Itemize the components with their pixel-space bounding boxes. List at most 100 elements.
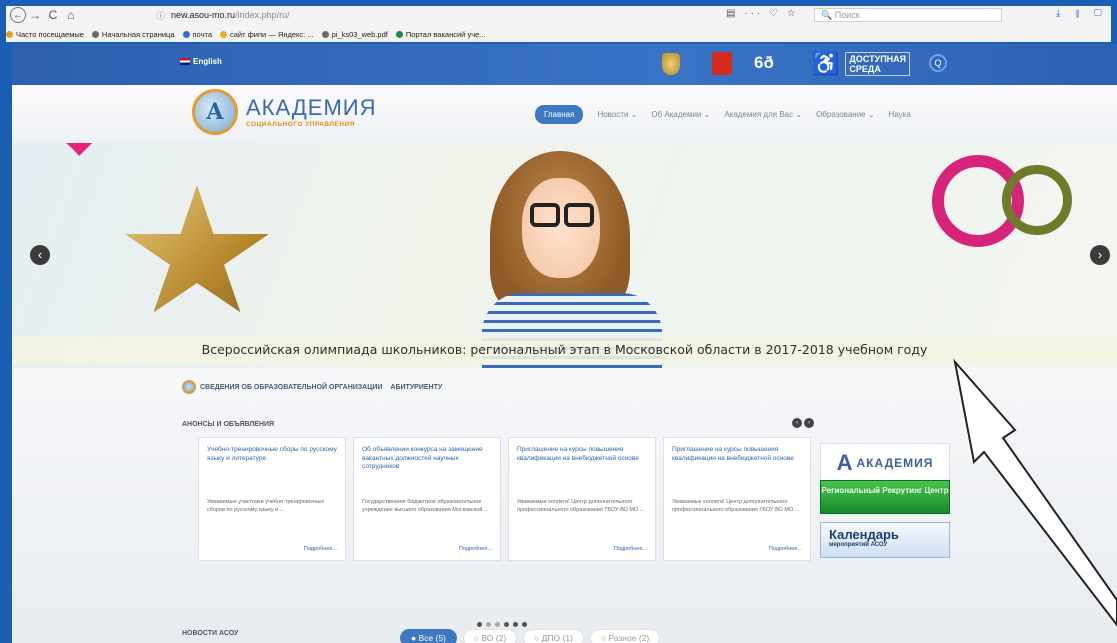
card-text: Государственное бюджетное образовательно…: [362, 499, 489, 513]
brand[interactable]: АКАДЕМИЯ СОЦИАЛЬНОГО УПРАВЛЕНИЯ: [246, 95, 377, 128]
bookmark-icon: [395, 30, 403, 38]
announcement-card: Об объявлении конкурса на замещение вака…: [353, 437, 501, 561]
carousel-controls: ‹ ›: [790, 418, 814, 428]
news-heading: НОВОСТИ АСОУ: [182, 630, 239, 637]
pagination-dot[interactable]: [504, 622, 509, 627]
forward-button[interactable]: →: [26, 7, 44, 23]
slide-caption[interactable]: Всероссийская олимпиада школьников: реги…: [12, 337, 1117, 363]
calendar-banner-title: Календарь: [829, 527, 899, 542]
academy-logo-icon: [182, 380, 196, 394]
academy-a-logo-icon: A: [836, 450, 853, 475]
hero-slider[interactable]: ‹ › Всероссийская олимпиада школьников: …: [12, 143, 1117, 368]
bookmark-icon: [220, 30, 227, 38]
announcements-heading: АНОНСЫ И ОБЪЯВЛЕНИЯ: [182, 421, 275, 428]
card-title[interactable]: Приглашение на курсы повышения квалифика…: [517, 446, 649, 463]
nav-item-news[interactable]: Новости ⌄: [597, 110, 637, 119]
pagination-dot[interactable]: [522, 622, 527, 627]
bookmark-icon: [6, 30, 13, 38]
nav-item-science[interactable]: Наука: [889, 110, 911, 119]
main-nav: Главная Новости ⌄ Об Академии ⌄ Академия…: [535, 105, 925, 124]
calendar-banner-subtitle: мероприятий АСОУ: [829, 542, 888, 548]
brand-name: АКАДЕМИЯ: [246, 95, 377, 120]
announcement-card: Приглашение на курсы повышения квалифика…: [508, 437, 656, 561]
quick-links: СВЕДЕНИЯ ОБ ОБРАЗОВАТЕЛЬНОЙ ОРГАНИЗАЦИИ …: [182, 380, 450, 394]
glasses-lens: [530, 203, 560, 227]
news-filters: ● Все (5) ○ ВО (2) ○ ДПО (1) ○ Разное (2…: [400, 629, 666, 643]
academy-banner-label: АКАДЕМИЯ: [856, 456, 934, 470]
slider-next-button[interactable]: ›: [1090, 245, 1110, 265]
pagination-dot[interactable]: [513, 622, 518, 627]
content-area: СВЕДЕНИЯ ОБ ОБРАЗОВАТЕЛЬНОЙ ОРГАНИЗАЦИИ …: [12, 368, 1117, 643]
read-more-link[interactable]: Подробнее...: [304, 546, 337, 552]
bookmark-item[interactable]: pi_ks03_web.pdf: [321, 30, 388, 39]
toolbar-icons[interactable]: ⤓ ⫴ ▢: [1056, 8, 1108, 19]
back-button[interactable]: ←: [10, 7, 26, 23]
olive-ring: [1002, 165, 1072, 235]
bookmark-item[interactable]: Портал вакансий уче...: [395, 30, 486, 39]
page-actions[interactable]: ▤ ··· ♡ ☆: [726, 8, 799, 19]
card-text: Уважаемые коллеги! Центр дополнительного…: [517, 499, 645, 513]
bookmark-item[interactable]: Часто посещаемые: [6, 30, 84, 39]
url-text[interactable]: new.asou-mo.ru/index.php/ru/: [171, 10, 290, 20]
filter-all[interactable]: ● Все (5): [400, 629, 457, 643]
read-more-link[interactable]: Подробнее...: [459, 546, 492, 552]
announcement-card: Учебно-тренировочные сборы по русскому я…: [198, 437, 346, 561]
read-more-link[interactable]: Подробнее...: [769, 546, 802, 552]
browser-chrome: ← → C ⌂ ⓘ new.asou-mo.ru/index.php/ru/ ▤…: [6, 6, 1111, 42]
pagination-dot[interactable]: [477, 622, 482, 627]
browser-search-input[interactable]: 🔍 Поиск: [814, 8, 1002, 22]
announcement-card: Приглашение на курсы повышения квалифика…: [663, 437, 811, 561]
bookmark-item[interactable]: Начальная страница: [91, 30, 175, 39]
card-text: Уважаемые участники учебно-тренировочных…: [207, 499, 325, 513]
moscow-region-emblem-icon[interactable]: [712, 52, 732, 75]
filter-vo[interactable]: ○ ВО (2): [462, 629, 518, 643]
accessible-environment-link[interactable]: ♿ ДОСТУПНАЯ СРЕДА: [812, 51, 911, 77]
slider-prev-button[interactable]: ‹: [30, 245, 50, 265]
applicant-link[interactable]: АБИТУРИЕНТУ: [390, 384, 442, 391]
nav-item-about[interactable]: Об Академии ⌄: [651, 110, 710, 119]
carousel-next-button[interactable]: ›: [804, 418, 814, 428]
bookmarks-bar: Часто посещаемые Начальная страница почт…: [6, 26, 1111, 42]
brand-subtitle: СОЦИАЛЬНОГО УПРАВЛЕНИЯ: [246, 121, 355, 128]
bookmark-item[interactable]: почта: [182, 30, 212, 39]
bookmark-item[interactable]: сайт фипи — Яндекс: ...: [220, 30, 314, 39]
nav-item-home[interactable]: Главная: [535, 105, 584, 124]
search-icon[interactable]: Q: [929, 54, 947, 72]
card-title[interactable]: Приглашение на курсы повышения квалифика…: [672, 446, 804, 463]
pagination-dot[interactable]: [495, 622, 500, 627]
reload-button[interactable]: C: [44, 7, 62, 23]
bookmark-icon: [321, 30, 329, 38]
gold-star-image: [125, 185, 269, 313]
bookmark-icon: [91, 30, 99, 38]
english-link[interactable]: English: [180, 57, 222, 66]
webpage: English 6ð ♿ ДОСТУПНАЯ СРЕДА Q А АКАДЕМИЯ…: [12, 44, 1117, 643]
girl-face: [522, 178, 600, 278]
nav-item-for-you[interactable]: Академия для Вас ⌄: [724, 110, 802, 119]
org-info-link[interactable]: СВЕДЕНИЯ ОБ ОБРАЗОВАТЕЛЬНОЙ ОРГАНИЗАЦИИ: [200, 384, 382, 391]
recruiting-center-banner[interactable]: Региональный Рекрутинг Центр: [820, 480, 950, 514]
low-vision-icon[interactable]: 6ð: [754, 53, 774, 73]
address-bar[interactable]: ⓘ new.asou-mo.ru/index.php/ru/: [156, 8, 766, 22]
site-topbar: English 6ð ♿ ДОСТУПНАЯ СРЕДА Q: [12, 44, 1117, 85]
nav-item-education[interactable]: Образование ⌄: [816, 110, 875, 119]
site-header: А АКАДЕМИЯ СОЦИАЛЬНОГО УПРАВЛЕНИЯ Главна…: [12, 85, 1117, 143]
info-icon[interactable]: ⓘ: [156, 9, 165, 22]
card-title[interactable]: Учебно-тренировочные сборы по русскому я…: [207, 446, 339, 463]
coat-of-arms-icon[interactable]: [662, 53, 680, 75]
glasses-lens: [564, 203, 594, 227]
card-text: Уважаемые коллеги! Центр дополнительного…: [672, 499, 800, 513]
events-calendar-banner[interactable]: Календарь мероприятий АСОУ: [820, 522, 950, 558]
academy-logo-icon[interactable]: А: [192, 89, 238, 135]
wheelchair-icon: ♿: [812, 51, 840, 76]
carousel-prev-button[interactable]: ‹: [792, 418, 802, 428]
academy-banner[interactable]: A АКАДЕМИЯ: [820, 443, 950, 483]
filter-misc[interactable]: ○ Разное (2): [589, 629, 661, 643]
read-more-link[interactable]: Подробнее...: [614, 546, 647, 552]
card-title[interactable]: Об объявлении конкурса на замещение вака…: [362, 446, 494, 472]
pagination-dot[interactable]: [486, 622, 491, 627]
bookmark-icon: [182, 30, 190, 38]
home-button[interactable]: ⌂: [62, 7, 80, 23]
filter-dpo[interactable]: ○ ДПО (1): [523, 629, 584, 643]
accessible-environment-label: ДОСТУПНАЯ СРЕДА: [845, 52, 911, 76]
uk-flag-icon: [180, 58, 190, 65]
